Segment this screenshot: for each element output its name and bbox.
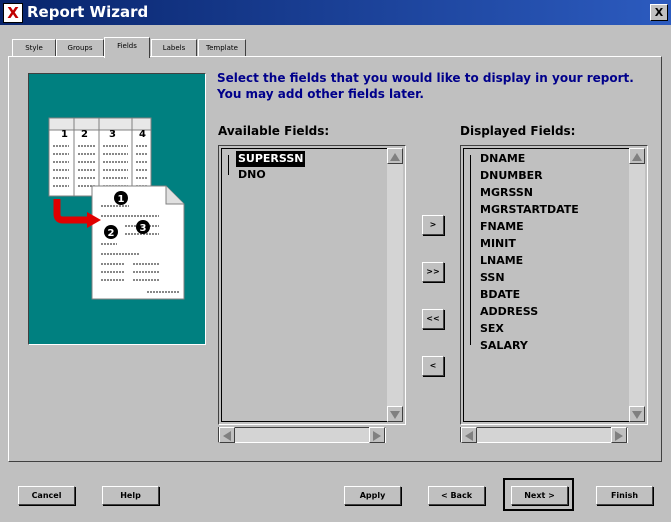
column-number-4: 4	[139, 129, 146, 140]
add-field-button[interactable]: >	[422, 215, 444, 235]
help-button[interactable]: Help	[102, 486, 159, 505]
window-title: Report Wizard	[27, 3, 149, 21]
wizard-illustration: 1 2 3 4 1 2 3	[28, 73, 206, 345]
scroll-up-arrow-icon[interactable]	[629, 148, 645, 164]
close-button[interactable]: X	[650, 4, 668, 21]
displayed-field-item[interactable]: SEX	[478, 321, 506, 337]
column-number-1: 1	[61, 129, 68, 140]
scroll-right-arrow-icon[interactable]	[369, 427, 385, 443]
displayed-field-item[interactable]: DNUMBER	[478, 168, 545, 184]
displayed-field-item[interactable]: MGRSSN	[478, 185, 535, 201]
report-illustration-graphic: 1 2 3 4 1 2 3	[48, 117, 185, 300]
next-button[interactable]: Next >	[511, 486, 568, 505]
tab-template[interactable]: Template	[198, 39, 246, 56]
tab-style[interactable]: Style	[12, 39, 56, 56]
remove-all-fields-button[interactable]: <<	[422, 309, 444, 329]
displayed-field-item[interactable]: DNAME	[478, 151, 527, 167]
displayed-field-item[interactable]: BDATE	[478, 287, 522, 303]
available-horizontal-scrollbar[interactable]	[218, 427, 386, 443]
scroll-left-arrow-icon[interactable]	[219, 427, 235, 443]
available-field-item[interactable]: SUPERSSN	[236, 151, 306, 167]
tab-fields[interactable]: Fields	[104, 37, 150, 58]
finish-button[interactable]: Finish	[596, 486, 653, 505]
displayed-fields-label: Displayed Fields:	[460, 124, 576, 138]
displayed-fields-list[interactable]: DNAME DNUMBER MGRSSN MGRSTARTDATE FNAME …	[460, 145, 648, 425]
app-icon: X	[3, 3, 23, 23]
available-vertical-scrollbar[interactable]	[387, 148, 403, 422]
cancel-button[interactable]: Cancel	[18, 486, 75, 505]
displayed-field-item[interactable]: FNAME	[478, 219, 526, 235]
displayed-horizontal-scrollbar[interactable]	[460, 427, 628, 443]
apply-button[interactable]: Apply	[344, 486, 401, 505]
displayed-field-item[interactable]: ADDRESS	[478, 304, 540, 320]
column-number-3: 3	[109, 129, 116, 140]
displayed-field-item[interactable]: MINIT	[478, 236, 518, 252]
displayed-field-item[interactable]: SSN	[478, 270, 507, 286]
available-field-item[interactable]: DNO	[236, 167, 268, 183]
displayed-field-item[interactable]: LNAME	[478, 253, 525, 269]
available-fields-list[interactable]: SUPERSSN DNO	[218, 145, 406, 425]
scroll-left-arrow-icon[interactable]	[461, 427, 477, 443]
tab-labels[interactable]: Labels	[151, 39, 197, 56]
add-all-fields-button[interactable]: >>	[422, 262, 444, 282]
scroll-down-arrow-icon[interactable]	[387, 406, 403, 422]
remove-field-button[interactable]: <	[422, 356, 444, 376]
available-fields-label: Available Fields:	[218, 124, 330, 138]
column-number-2: 2	[81, 129, 88, 140]
back-button[interactable]: < Back	[428, 486, 485, 505]
move-arrow-graphic	[53, 199, 91, 224]
scroll-up-arrow-icon[interactable]	[387, 148, 403, 164]
instructions-text: Select the fields that you would like to…	[217, 71, 634, 101]
step-badge-1: 1	[118, 194, 125, 205]
displayed-field-item[interactable]: SALARY	[478, 338, 530, 354]
step-badge-3: 3	[140, 223, 147, 234]
title-bar: X Report Wizard X	[0, 0, 671, 25]
step-badge-2: 2	[108, 228, 115, 239]
scroll-right-arrow-icon[interactable]	[611, 427, 627, 443]
displayed-vertical-scrollbar[interactable]	[629, 148, 645, 422]
tab-groups[interactable]: Groups	[56, 39, 104, 56]
scroll-down-arrow-icon[interactable]	[629, 406, 645, 422]
displayed-field-item[interactable]: MGRSTARTDATE	[478, 202, 581, 218]
